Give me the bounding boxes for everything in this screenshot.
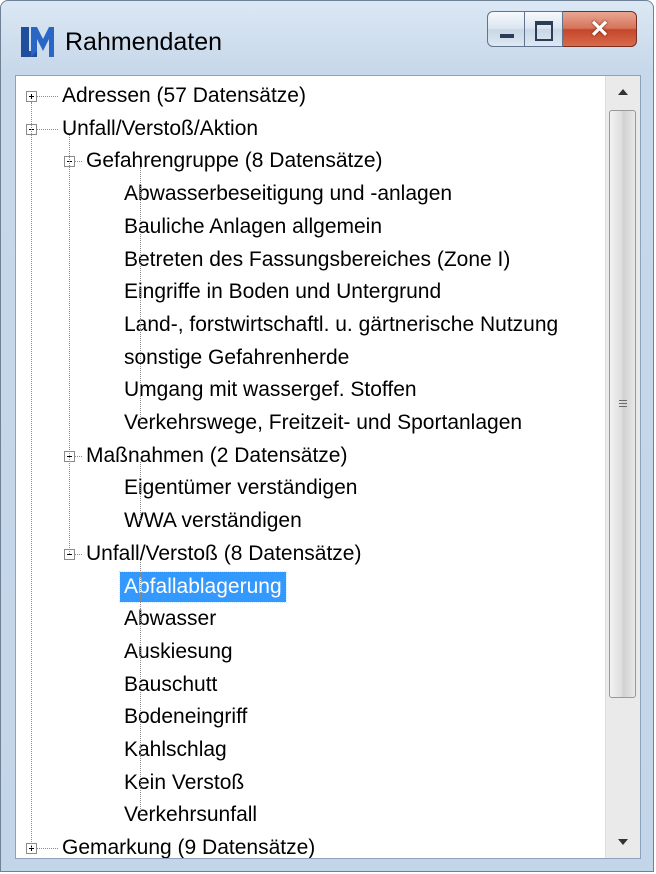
tree-connector (37, 96, 58, 98)
tree-node-label: Abwasser (124, 607, 217, 631)
vertical-scrollbar[interactable] (605, 76, 640, 858)
tree-node-label: Verkehrswege, Freitzeit- und Sportanlage… (124, 411, 523, 434)
expand-icon[interactable] (26, 91, 37, 102)
tree-node-leaf[interactable]: Bauliche Anlagen allgemein (120, 211, 386, 243)
tree-node-label: Auskiesung (124, 639, 233, 663)
lm-logo-icon (21, 27, 54, 57)
tree-node-group[interactable]: Unfall/Verstoß (8 Datensätze) (82, 538, 365, 570)
tree-node-group[interactable]: Maßnahmen (2 Datensätze) (82, 440, 351, 472)
tree-connector (75, 161, 82, 163)
close-icon: ✕ (589, 15, 610, 43)
tree-connector (37, 128, 58, 131)
tree-node-label: Adressen (57 Datensätze) (62, 84, 306, 107)
tree-node-leaf[interactable]: Abfallablagerung (119, 570, 287, 603)
arrow-down-icon (618, 839, 628, 845)
tree-panel: Adressen (57 Datensätze) Unfall/Verstoß/A… (15, 75, 641, 859)
tree-node-leaf[interactable]: Abwasser (120, 603, 220, 635)
tree-node-label: Abfallablagerung (119, 570, 287, 603)
tree-node-label: Unfall/Verstoß (8 Datensätze) (86, 541, 362, 565)
close-button[interactable]: ✕ (563, 11, 637, 47)
tree-view[interactable]: Adressen (57 Datensätze) Unfall/Verstoß/A… (16, 76, 604, 858)
grip-line (619, 406, 627, 407)
tree-node-leaf[interactable]: sonstige Gefahrenherde (120, 342, 353, 374)
tree-node-leaf[interactable]: Eingriffe in Boden und Untergrund (120, 276, 445, 308)
tree-node-group[interactable]: Gefahrengruppe (8 Datensätze) (82, 145, 387, 177)
tree-node-leaf[interactable]: Land-, forstwirtschaftl. u. gärtnerische… (120, 309, 562, 341)
tree-node-group[interactable]: Gemarkung (9 Datensätze) (58, 832, 319, 859)
tree-node-leaf[interactable]: Auskiesung (120, 636, 237, 668)
scroll-down-button[interactable] (606, 824, 640, 858)
tree-node-label: Abwasserbeseitigung und -anlagen (124, 182, 453, 206)
tree-node-leaf[interactable]: Verkehrswege, Freitzeit- und Sportanlage… (120, 407, 526, 439)
tree-node-leaf[interactable]: Bauschutt (120, 669, 221, 701)
tree-node-group[interactable]: Unfall/Verstoß/Aktion (58, 113, 262, 145)
tree-connector (140, 559, 142, 816)
tree-node-label: Betreten des Fassungsbereiches (Zone I) (124, 247, 511, 271)
tree-node-label: Unfall/Verstoß/Aktion (62, 116, 259, 140)
tree-node-label: Eingriffe in Boden und Untergrund (124, 280, 442, 304)
scroll-up-button[interactable] (606, 76, 640, 110)
maximize-icon (535, 21, 553, 41)
title-bar[interactable]: Rahmendaten ✕ (1, 1, 653, 79)
scrollbar-thumb[interactable] (609, 110, 636, 698)
arrow-up-icon (618, 89, 628, 95)
minimize-button[interactable] (487, 11, 525, 47)
tree-node-label: Gefahrengruppe (8 Datensätze) (86, 149, 383, 173)
tree-connector (75, 553, 82, 556)
tree-node-leaf[interactable]: Betreten des Fassungsbereiches (Zone I) (120, 244, 514, 276)
tree-node-label: Bauschutt (124, 672, 218, 696)
tree-connector (69, 134, 71, 554)
tree-connector (75, 455, 82, 458)
tree-node-label: Umgang mit wassergef. Stoffen (124, 378, 417, 402)
tree-connector (140, 167, 142, 423)
grip-line (619, 400, 627, 401)
tree-node-leaf[interactable]: Abwasserbeseitigung und -anlagen (120, 178, 456, 210)
caption-buttons: ✕ (487, 11, 637, 47)
tree-node-leaf[interactable]: Eigentümer verständigen (120, 472, 361, 504)
tree-node-label: Eigentümer verständigen (124, 476, 358, 500)
tree-node-group[interactable]: Adressen (57 Datensätze) (58, 80, 310, 112)
minimize-icon (500, 34, 514, 38)
tree-node-label: Gemarkung (9 Datensätze) (62, 836, 316, 859)
tree-node-leaf[interactable]: Kahlschlag (120, 734, 231, 766)
tree-node-label: Bauliche Anlagen allgemein (124, 214, 383, 238)
tree-node-label: Land-, forstwirtschaftl. u. gärtnerische… (124, 312, 559, 336)
tree-connector (140, 461, 142, 522)
tree-connector (31, 102, 33, 849)
grip-line (619, 403, 627, 404)
tree-node-label: Kahlschlag (124, 738, 227, 761)
tree-node-label: Maßnahmen (2 Datensätze) (86, 443, 348, 467)
maximize-button[interactable] (525, 11, 563, 47)
tree-connector (37, 848, 58, 850)
window-title: Rahmendaten (65, 28, 223, 56)
tree-node-leaf[interactable]: Umgang mit wassergef. Stoffen (120, 374, 421, 406)
tree-node-leaf[interactable]: WWA verständigen (120, 505, 306, 537)
tree-node-label: WWA verständigen (124, 509, 302, 533)
tree-node-label: sonstige Gefahrenherde (124, 345, 350, 369)
window: Rahmendaten ✕ Adressen (57 Datensätze) Un… (0, 0, 654, 872)
